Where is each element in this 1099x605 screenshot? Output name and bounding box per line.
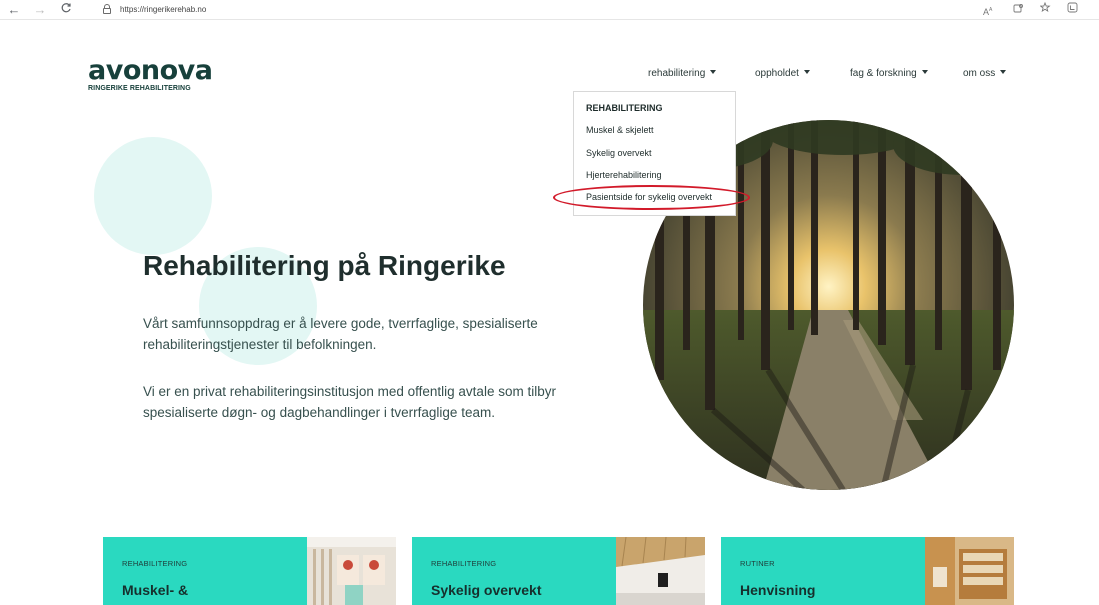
- card-image: [616, 537, 705, 605]
- card-image: [307, 537, 396, 605]
- nav-item-oppholdet[interactable]: oppholdet: [755, 68, 810, 79]
- caret-down-icon: [710, 70, 717, 74]
- hero-paragraph-line: Vårt samfunnsoppdrag er å levere gode, t…: [143, 316, 538, 331]
- nav-item-om-oss[interactable]: om oss: [963, 68, 1007, 79]
- card-image: [925, 537, 1014, 605]
- logo-subtitle: RINGERIKE REHABILITERING: [88, 85, 191, 92]
- extensions-icon[interactable]: [1013, 2, 1023, 18]
- reload-icon[interactable]: [58, 2, 74, 18]
- caret-down-icon: [803, 70, 810, 74]
- nav-item-label: om oss: [963, 68, 996, 79]
- card-category: REHABILITERING: [122, 559, 188, 568]
- hero-paragraph-2: Vi er en privat rehabiliteringsinstitusj…: [143, 381, 556, 423]
- hero-paragraph-1: Vårt samfunnsoppdrag er å levere gode, t…: [143, 313, 538, 355]
- card-body: REHABILITERING Sykelig overvekt: [412, 537, 616, 605]
- card-title: Henvisning: [740, 582, 816, 598]
- hero-paragraph-line: Vi er en privat rehabiliteringsinstitusj…: [143, 384, 556, 399]
- card-henvisning[interactable]: RUTINER Henvisning: [721, 537, 1014, 605]
- collections-icon[interactable]: [1067, 2, 1078, 18]
- card-title: Muskel- &: [122, 582, 189, 598]
- forward-arrow-icon[interactable]: →: [32, 2, 48, 18]
- address-bar[interactable]: https://ringerikerehab.no: [98, 2, 498, 18]
- highlight-annotation-ellipse: [553, 185, 750, 210]
- page-title: Rehabilitering på Ringerike: [143, 250, 506, 281]
- dropdown-item-muskel-skjelett[interactable]: Muskel & skjelett: [586, 125, 654, 135]
- card-body: REHABILITERING Muskel- &: [103, 537, 307, 605]
- card-sykelig-overvekt[interactable]: REHABILITERING Sykelig overvekt: [412, 537, 705, 605]
- read-aloud-icon[interactable]: AA: [983, 2, 992, 20]
- dropdown-item-hjerterehabilitering[interactable]: Hjerterehabilitering: [586, 170, 662, 180]
- favorites-icon[interactable]: [1039, 1, 1051, 18]
- decorative-circle: [94, 137, 212, 255]
- card-category: REHABILITERING: [431, 559, 497, 568]
- logo-wordmark[interactable]: avonova: [88, 57, 213, 84]
- browser-toolbar: ← → https://ringerikerehab.no AA: [0, 0, 1099, 20]
- hero-paragraph-line: rehabiliteringstjenester til befolkninge…: [143, 337, 377, 352]
- card-muskel-skjelett[interactable]: REHABILITERING Muskel- &: [103, 537, 396, 605]
- back-arrow-icon[interactable]: ←: [6, 2, 22, 18]
- dropdown-item-sykelig-overvekt[interactable]: Sykelig overvekt: [586, 148, 652, 158]
- nav-item-label: oppholdet: [755, 68, 799, 79]
- hero-paragraph-line: spesialiserte døgn- og dagbehandlinger i…: [143, 405, 495, 420]
- url-text[interactable]: https://ringerikerehab.no: [120, 4, 206, 16]
- card-title: Sykelig overvekt: [431, 582, 542, 598]
- card-body: RUTINER Henvisning: [721, 537, 925, 605]
- lock-icon[interactable]: [103, 4, 111, 14]
- caret-down-icon: [1000, 70, 1007, 74]
- caret-down-icon: [921, 70, 928, 74]
- site-logo[interactable]: avonova RINGERIKE REHABILITERING: [88, 57, 213, 92]
- nav-item-rehabilitering[interactable]: rehabilitering: [648, 68, 717, 79]
- card-category: RUTINER: [740, 559, 775, 568]
- nav-item-label: rehabilitering: [648, 68, 706, 79]
- dropdown-heading[interactable]: REHABILITERING: [586, 103, 663, 113]
- nav-item-label: fag & forskning: [850, 68, 917, 79]
- nav-item-fag-forskning[interactable]: fag & forskning: [850, 68, 928, 79]
